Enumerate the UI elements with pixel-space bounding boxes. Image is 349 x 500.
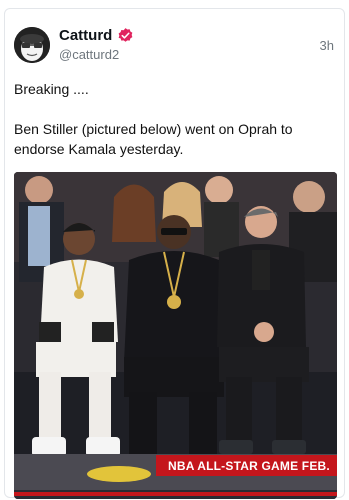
avatar[interactable]	[14, 27, 50, 63]
avatar-cartoon-icon	[14, 27, 50, 63]
post-timestamp[interactable]: 3h	[320, 38, 334, 53]
author-name-row[interactable]: Catturd	[59, 27, 134, 44]
post-text-body: Ben Stiller (pictured below) went on Opr…	[14, 121, 293, 157]
post-photo[interactable]: NBA ALL-STAR GAME FEB.	[14, 172, 337, 499]
photo-banner: NBA ALL-STAR GAME FEB.	[156, 455, 337, 476]
post-text-line1: Breaking ....	[14, 81, 89, 97]
courtside-photo-illustration	[14, 172, 337, 499]
tweet-card[interactable]: Catturd @catturd2 3h Breaking .... Ben S…	[4, 8, 345, 499]
author-handle[interactable]: @catturd2	[59, 47, 119, 62]
author-name[interactable]: Catturd	[59, 27, 112, 44]
verified-badge-icon	[118, 28, 133, 42]
